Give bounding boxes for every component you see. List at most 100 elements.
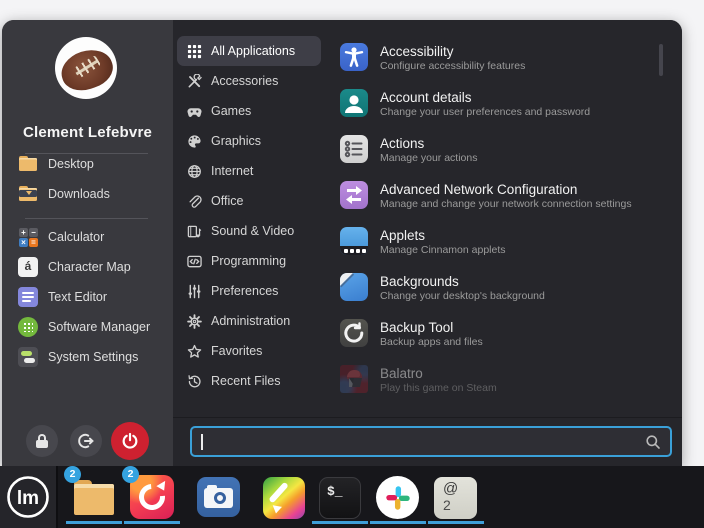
user-account-icon <box>340 89 368 117</box>
app-description: Manage your actions <box>380 152 477 165</box>
session-buttons <box>2 421 173 461</box>
folder-icon <box>18 154 38 174</box>
accessibility-icon <box>340 43 368 71</box>
grid-icon <box>187 44 202 59</box>
category-accessories[interactable]: Accessories <box>177 66 321 96</box>
taskbar: lm 2 2 $_ @ 2 <box>0 466 704 528</box>
film-music-icon <box>187 224 202 239</box>
app-title: Applets <box>380 227 506 244</box>
category-administration[interactable]: Administration <box>177 306 321 336</box>
active-window-indicator <box>66 521 122 524</box>
category-internet[interactable]: Internet <box>177 156 321 186</box>
sliders-icon <box>187 284 202 299</box>
backgrounds-wallpaper-icon <box>340 273 368 301</box>
star-icon <box>187 344 202 359</box>
active-window-indicator <box>428 521 484 524</box>
menu-button[interactable]: lm <box>0 466 58 528</box>
sidebar-item-software-manager[interactable]: Software Manager <box>2 312 173 342</box>
app-title: Balatro <box>380 365 497 382</box>
app-title: Account details <box>380 89 590 106</box>
category-sound-video[interactable]: Sound & Video <box>177 216 321 246</box>
divider <box>25 218 148 219</box>
text-editor-icon <box>18 287 38 307</box>
shutdown-button[interactable] <box>111 422 149 460</box>
app-description: Manage and change your network connectio… <box>380 198 632 211</box>
category-programming[interactable]: Programming <box>177 246 321 276</box>
firefox-taskbar-icon[interactable] <box>130 475 174 519</box>
globe-icon <box>187 164 202 179</box>
sidebar-apps-list: + − × = Calculator á Character Map Text … <box>2 222 173 372</box>
sidebar-item-downloads[interactable]: Downloads <box>2 179 173 209</box>
application-list: Accessibility Configure accessibility fe… <box>325 20 668 417</box>
terminal-taskbar-icon[interactable]: $_ <box>319 477 361 519</box>
app-title: Actions <box>380 135 477 152</box>
places-list: Desktop Downloads <box>2 149 173 209</box>
app-actions[interactable]: Actions Manage your actions <box>325 134 668 180</box>
category-all-applications[interactable]: All Applications <box>177 36 321 66</box>
files-badge: 2 <box>64 466 81 483</box>
application-menu: Clement Lefebvre Desktop Downloads + − ×… <box>2 20 682 466</box>
category-recent-files[interactable]: Recent Files <box>177 366 321 396</box>
sidebar-item-calculator[interactable]: + − × = Calculator <box>2 222 173 252</box>
category-graphics[interactable]: Graphics <box>177 126 321 156</box>
avatar[interactable] <box>55 37 117 99</box>
app-advanced-network-configuration[interactable]: Advanced Network Configuration Manage an… <box>325 180 668 226</box>
app-description: Play this game on Steam <box>380 382 497 395</box>
screenshot-taskbar-icon[interactable] <box>197 477 240 517</box>
app-title: Backgrounds <box>380 273 545 290</box>
search-area <box>173 417 682 466</box>
applets-panel-icon <box>340 227 368 255</box>
sidebar-item-character-map[interactable]: á Character Map <box>2 252 173 282</box>
slack-logo-icon <box>385 485 411 511</box>
active-window-indicator <box>370 521 426 524</box>
sidebar-item-desktop[interactable]: Desktop <box>2 149 173 179</box>
calculator-icon: + − × = <box>18 227 38 247</box>
character-map-icon: á <box>18 257 38 277</box>
menu-sidebar: Clement Lefebvre Desktop Downloads + − ×… <box>2 20 173 466</box>
app-balatro[interactable]: Balatro Play this game on Steam <box>325 364 668 410</box>
search-icon <box>645 434 661 450</box>
logout-button[interactable] <box>70 425 102 457</box>
app-description: Configure accessibility features <box>380 60 525 73</box>
files-taskbar-icon[interactable] <box>72 477 116 519</box>
system-settings-icon <box>18 347 38 367</box>
category-games[interactable]: Games <box>177 96 321 126</box>
lock-icon <box>36 434 48 448</box>
sidebar-item-system-settings[interactable]: System Settings <box>2 342 173 372</box>
app-applets[interactable]: Applets Manage Cinnamon applets <box>325 226 668 272</box>
category-preferences[interactable]: Preferences <box>177 276 321 306</box>
backup-restore-icon <box>340 319 368 347</box>
code-icon <box>187 254 202 269</box>
menu-main: All Applications Accessories Games Graph… <box>173 20 682 466</box>
app-account-details[interactable]: Account details Change your user prefere… <box>325 88 668 134</box>
app-description: Backup apps and files <box>380 336 483 349</box>
linux-mint-logo-icon: lm <box>6 475 50 519</box>
app-accessibility[interactable]: Accessibility Configure accessibility fe… <box>325 42 668 88</box>
drawing-app-taskbar-icon[interactable] <box>263 477 305 519</box>
app-title: Accessibility <box>380 43 525 60</box>
app-backup-tool[interactable]: Backup Tool Backup apps and files <box>325 318 668 364</box>
scrollbar-thumb[interactable] <box>659 44 663 76</box>
tools-icon <box>187 74 202 89</box>
firefox-badge: 2 <box>122 466 139 483</box>
paperclip-icon <box>187 194 202 209</box>
sidebar-item-text-editor[interactable]: Text Editor <box>2 282 173 312</box>
app-backgrounds[interactable]: Backgrounds Change your desktop's backgr… <box>325 272 668 318</box>
category-office[interactable]: Office <box>177 186 321 216</box>
app-title: Backup Tool <box>380 319 483 336</box>
category-favorites[interactable]: Favorites <box>177 336 321 366</box>
slack-taskbar-icon[interactable] <box>376 476 419 519</box>
search-input[interactable] <box>190 426 672 457</box>
active-window-indicator <box>312 521 368 524</box>
actions-list-icon <box>340 135 368 163</box>
palette-icon <box>187 134 202 149</box>
svg-text:lm: lm <box>17 488 39 509</box>
app-title: Advanced Network Configuration <box>380 181 632 198</box>
mail-taskbar-icon[interactable]: @ 2 <box>434 477 477 519</box>
balatro-game-icon <box>340 365 368 393</box>
app-description: Change your desktop's background <box>380 290 545 303</box>
software-manager-icon <box>18 317 38 337</box>
gear-icon <box>187 314 202 329</box>
lock-screen-button[interactable] <box>26 425 58 457</box>
active-window-indicator <box>124 521 180 524</box>
